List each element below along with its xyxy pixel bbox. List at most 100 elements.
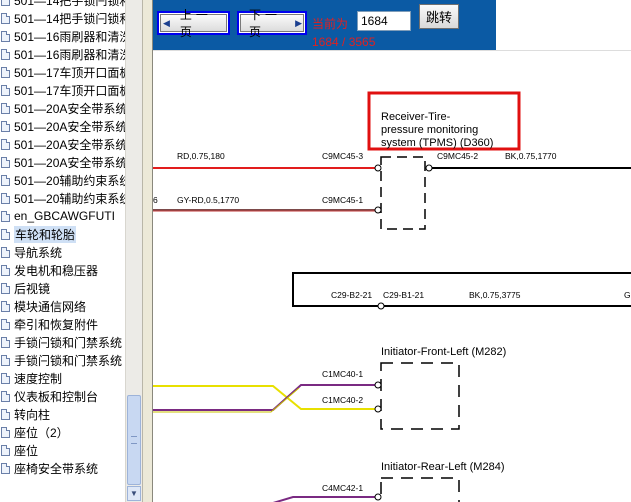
document-icon xyxy=(1,408,10,420)
sidebar-item-label: 501—20A安全带系统 xyxy=(14,155,125,170)
sidebar-item-label: 手锁闩锁和门禁系统 xyxy=(14,335,123,350)
document-icon xyxy=(1,354,10,366)
sidebar-item[interactable]: 501—16雨刷器和清洗 xyxy=(0,45,125,63)
document-icon xyxy=(1,210,10,222)
document-icon xyxy=(1,174,10,186)
sidebar-item[interactable]: 501—20A安全带系统 xyxy=(0,99,125,117)
receiver-label-line-1: Receiver-Tire- xyxy=(381,111,451,123)
sidebar-item[interactable]: 速度控制 xyxy=(0,369,125,387)
sidebar-item[interactable]: 牵引和恢复附件 xyxy=(0,315,125,333)
document-icon xyxy=(1,0,10,6)
initiator-rear-left-outline xyxy=(380,477,460,502)
sidebar-item-label: 转向柱 xyxy=(14,407,51,422)
sidebar-item[interactable]: 501—14把手锁闩锁和 xyxy=(0,0,125,9)
pane-splitter[interactable] xyxy=(142,0,153,502)
document-icon xyxy=(1,372,10,384)
connector-c9mc45-1: C9MC45-1 xyxy=(322,195,363,205)
document-icon xyxy=(1,66,10,78)
sidebar-tree: 501—14把手锁闩锁和 501—14把手锁闩锁和 501—16雨刷器和清洗 501—… xyxy=(0,0,125,502)
document-icon xyxy=(1,282,10,294)
sidebar-item-label: 501—14把手锁闩锁和 xyxy=(14,0,125,8)
connector-c4mc42-1: C4MC42-1 xyxy=(322,483,363,493)
jump-button[interactable]: 跳转 xyxy=(419,4,459,29)
sidebar-item[interactable]: 座椅安全带系统 xyxy=(0,459,125,477)
sidebar-item-label: 座椅安全带系统 xyxy=(14,461,99,476)
sidebar-item-label: 牵引和恢复附件 xyxy=(14,317,99,332)
sidebar-item[interactable]: 发电机和稳压器 xyxy=(0,261,125,279)
initiator-front-left-label: Initiator-Front-Left (M282) xyxy=(381,346,506,358)
initiator-front-left-outline xyxy=(380,362,460,430)
sidebar-item[interactable]: 手锁闩锁和门禁系统 xyxy=(0,333,125,351)
sidebar-item[interactable]: 导航系统 xyxy=(0,243,125,261)
purple-wire-rear xyxy=(153,496,375,502)
document-icon xyxy=(1,102,10,114)
connector-c9mc45-2: C9MC45-2 xyxy=(437,151,478,161)
sidebar-item-label: 501—20A安全带系统 xyxy=(14,101,125,116)
next-page-button[interactable]: 下一页 ▶ xyxy=(237,8,307,39)
sidebar-item[interactable]: en_GBCAWGFUTI xyxy=(0,207,125,225)
sidebar-item[interactable]: 501—20A安全带系统 xyxy=(0,117,125,135)
document-icon xyxy=(1,84,10,96)
sidebar-item[interactable]: 501—17车顶开口面板 xyxy=(0,63,125,81)
sidebar-item[interactable]: 转向柱 xyxy=(0,405,125,423)
document-icon xyxy=(1,138,10,150)
pin-c1mc40-1 xyxy=(374,381,382,389)
sidebar-item[interactable]: 座位 xyxy=(0,441,125,459)
sidebar-item[interactable]: 后视镜 xyxy=(0,279,125,297)
sidebar-item-label: 后视镜 xyxy=(14,281,51,296)
wire-label-rd: RD,0.75,180 xyxy=(177,151,225,161)
sidebar-item[interactable]: 501—20辅助约束系统 xyxy=(0,189,125,207)
wire-label-bk-3775: BK,0.75,3775 xyxy=(469,290,521,300)
sidebar-item[interactable]: 501—20A安全带系统 xyxy=(0,135,125,153)
sidebar-item-label: 导航系统 xyxy=(14,245,63,260)
sidebar-item-label: 仪表板和控制台 xyxy=(14,389,99,404)
sidebar-item[interactable]: 座位（2） xyxy=(0,423,125,441)
document-icon xyxy=(1,318,10,330)
document-icon xyxy=(1,156,10,168)
sidebar-scrollbar[interactable]: ▼ xyxy=(125,0,142,502)
wire-label-prefix: 6 xyxy=(153,195,158,205)
scroll-down-arrow-icon[interactable]: ▼ xyxy=(127,486,141,501)
scrollbar-thumb[interactable] xyxy=(127,395,141,485)
pin-c1mc40-2 xyxy=(374,405,382,413)
sidebar-item[interactable]: 501—20A安全带系统 xyxy=(0,153,125,171)
document-icon xyxy=(1,12,10,24)
sidebar-item[interactable]: 501—14把手锁闩锁和 xyxy=(0,9,125,27)
receiver-label-line-2: pressure monitoring xyxy=(381,124,478,136)
sidebar-item-label: 501—17车顶开口面板 xyxy=(14,65,125,80)
document-icon xyxy=(1,390,10,402)
document-icon xyxy=(1,30,10,42)
sidebar-item-label: 座位 xyxy=(14,443,39,458)
sidebar-item-label: 501—20A安全带系统 xyxy=(14,137,125,152)
initiator-rear-left-label: Initiator-Rear-Left (M284) xyxy=(381,461,505,473)
sidebar-item-label: 模块通信网络 xyxy=(14,299,87,314)
sidebar-item-label: 501—20辅助约束系统 xyxy=(14,191,125,206)
pin-c29-b2-21 xyxy=(377,302,385,310)
prev-page-label: 上一页 xyxy=(179,8,212,39)
document-icon xyxy=(1,192,10,204)
sidebar-item-label: 速度控制 xyxy=(14,371,63,386)
wiring-diagram: Receiver-Tire- pressure monitoring syste… xyxy=(153,50,631,502)
document-icon xyxy=(1,48,10,60)
sidebar-item-label: 发电机和稳压器 xyxy=(14,263,99,278)
sidebar-item[interactable]: 车轮和轮胎 xyxy=(0,225,125,243)
sidebar-item[interactable]: 501—16雨刷器和清洗 xyxy=(0,27,125,45)
wire-label-g: G xyxy=(624,290,631,300)
sidebar-item-label: 车轮和轮胎 xyxy=(14,225,77,243)
sidebar-item[interactable]: 手锁闩锁和门禁系统 xyxy=(0,351,125,369)
page-toolbar: ◀ 上一页 下一页 ▶ 当前为 跳转 1684 / 3565 xyxy=(153,0,631,50)
sidebar-item[interactable]: 仪表板和控制台 xyxy=(0,387,125,405)
right-arrow-icon: ▶ xyxy=(295,17,302,28)
sidebar-item-label: 501—14把手锁闩锁和 xyxy=(14,11,125,26)
pin-c9mc45-3 xyxy=(374,164,382,172)
sidebar-item-label: 501—20辅助约束系统 xyxy=(14,173,125,188)
page-number-input[interactable] xyxy=(357,11,411,31)
document-icon xyxy=(1,300,10,312)
sidebar-item[interactable]: 501—20辅助约束系统 xyxy=(0,171,125,189)
sidebar-item[interactable]: 模块通信网络 xyxy=(0,297,125,315)
prev-page-button[interactable]: ◀ 上一页 xyxy=(157,8,230,39)
sidebar-item-label: 手锁闩锁和门禁系统 xyxy=(14,353,123,368)
sidebar-item[interactable]: 501—17车顶开口面板 xyxy=(0,81,125,99)
document-icon xyxy=(1,462,10,474)
connector-c29-b1-21: C29-B1-21 xyxy=(383,290,424,300)
